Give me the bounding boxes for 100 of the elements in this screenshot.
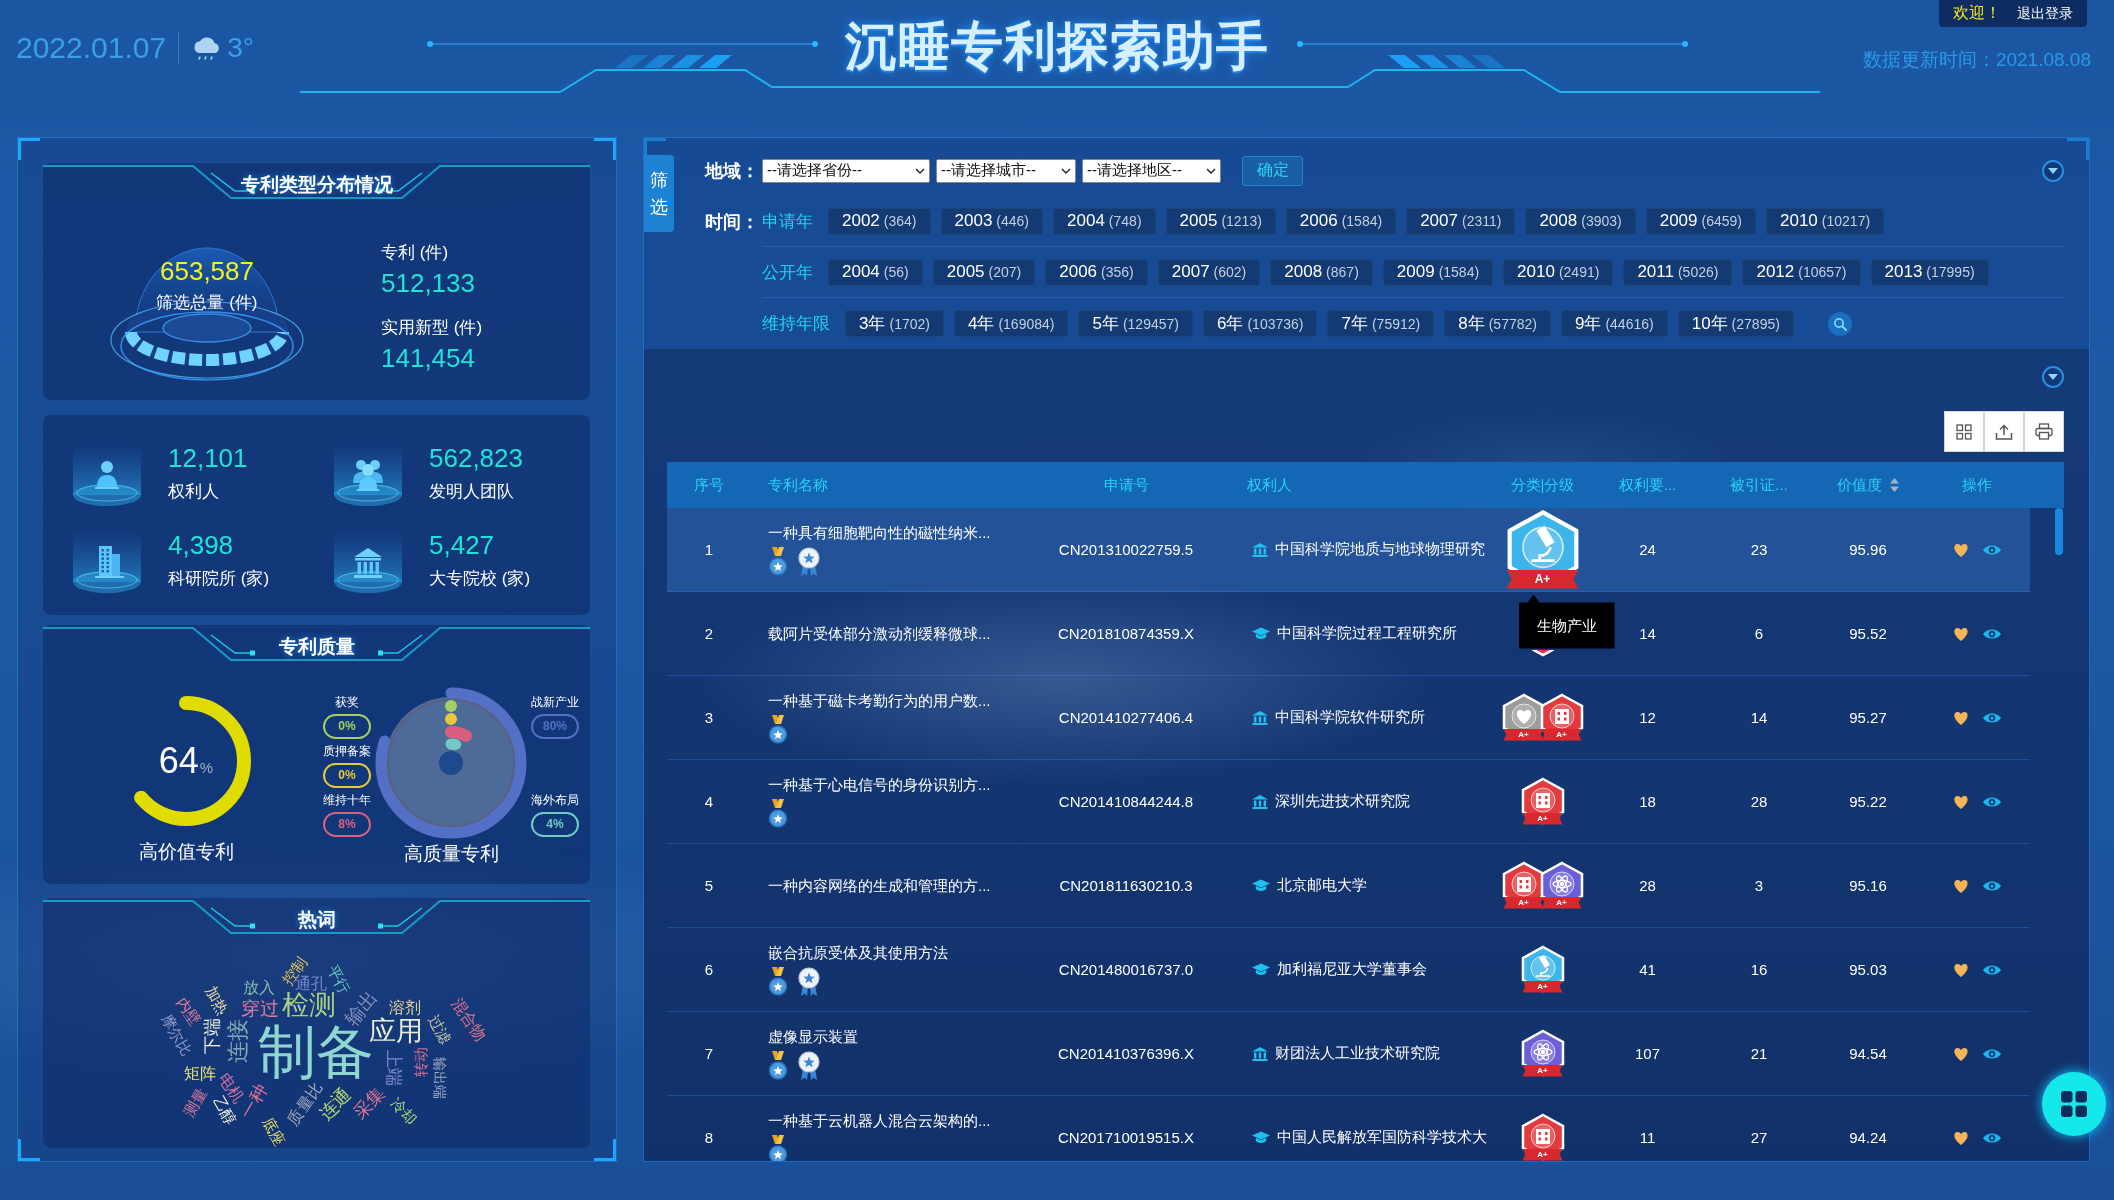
claims-count: 28 [1639,877,1656,894]
table-row[interactable]: 4 一种基于心电信号的身份识别方... CN201410844244.8 深圳先进技术研究院 A+ 18 28 95.22 [667,760,2030,844]
chart-label: 高质量专利 [403,842,499,866]
scrollbar-thumb[interactable] [2055,508,2063,555]
select-field[interactable]: --请选择省份-- [762,158,930,183]
sort-icon[interactable] [1890,478,1899,492]
filter-group-label: 公开年 [762,261,813,284]
table-row[interactable]: 6 嵌合抗原受体及其使用方法 CN201480016737.0 加利福尼亚大学董事会 A+ 41 16 95.03 [667,928,2030,1012]
keyword: 下端 [203,1018,221,1054]
apps-button[interactable] [2042,1072,2106,1136]
confirm-button[interactable]: 确定 [1242,155,1303,186]
logout-link[interactable]: 退出登录 [2017,4,2073,23]
patent-name: 一种基于云机器人混合云架构的... [768,1110,991,1131]
tray-arrow-icon [1995,423,2013,440]
medal-icon [768,966,788,997]
filter-chip[interactable]: 2004 (56) [828,258,923,286]
filter-chip[interactable]: 2007 (2311) [1406,207,1516,235]
filter-chip[interactable]: 3年 (1702) [845,310,944,337]
table-row[interactable]: 8 一种基于云机器人混合云架构的... CN201710019515.X 中国人民解放军国防科学技术大 A+ 11 27 94.24 [667,1096,2030,1161]
column-header: 操作 [1961,475,1992,495]
citation-count: 27 [1750,1129,1768,1146]
column-header: 权利要... [1618,475,1677,495]
metric-label: 获奖 [335,694,359,711]
filter-chip[interactable]: 2011 (5026) [1623,258,1733,286]
filter-chip[interactable]: 2005 (207) [932,258,1036,286]
filter-chip[interactable]: 2009 (6459) [1645,207,1756,235]
total-label: 筛选总量 (件) [156,292,258,314]
medal-icon [768,1050,788,1081]
collapse-button[interactable] [2042,366,2064,388]
filter-chip[interactable]: 2006 (1584) [1285,207,1397,235]
holder-name: 北京邮电大学 [1277,876,1367,895]
welcome-text: 欢迎！ [1953,3,2001,23]
filter-chip[interactable]: 2006 (356) [1045,258,1148,286]
filter-chip[interactable]: 2004 (748) [1053,207,1156,235]
column-header: 申请号 [1103,475,1149,495]
graduation-cap-icon [1252,1131,1270,1144]
chevron-down-icon [1206,167,1216,174]
application-number: CN201410376396.X [1058,1045,1194,1062]
medal-icon [768,546,788,577]
star-rosette-icon [798,966,820,997]
patent-name: 载阿片受体部分激动剂缓释微球... [768,623,991,644]
search-icon [1832,316,1847,331]
layout-button[interactable] [1944,411,1984,452]
application-number: CN201410277406.4 [1058,709,1194,726]
filter-chip[interactable]: 2013 (17995) [1870,258,1989,286]
keyword: 连接 [227,1019,249,1063]
filter-chip[interactable]: 2002 (364) [828,207,931,235]
filter-chip[interactable]: 2008 (867) [1270,258,1373,286]
gauge-unit: % [199,759,214,776]
metric-pill: 0% [323,714,371,739]
filter-chip[interactable]: 2010 (2491) [1503,258,1614,286]
hexagon-tip-icon [1531,649,1554,657]
filter-chip[interactable]: 5年 (129457) [1078,310,1193,337]
table-row[interactable]: 3 一种基于磁卡考勤行为的用户数... CN201410277406.4 中国科学院软件研究所 A+ A+ 12 14 95.27 [667,676,2030,760]
grade-ribbon: A+ [1506,569,1579,589]
stat-value: 12,101 [168,443,248,473]
search-button[interactable] [1827,311,1852,336]
keyword: 放入 [243,980,275,996]
citation-count: 14 [1750,709,1768,726]
filter-chip[interactable]: 2005 (1213) [1165,207,1276,235]
row-number: 7 [704,1045,714,1062]
filter-group-label: 申请年 [762,210,813,233]
filter-chip[interactable]: 7年 (75912) [1327,310,1435,337]
star-rosette-icon [798,546,820,577]
row-number: 8 [704,1129,714,1146]
filter-chip[interactable]: 6年 (103736) [1202,310,1318,337]
stat-value: 5,427 [429,530,495,560]
select-field[interactable]: --请选择城市-- [936,158,1076,183]
table-row[interactable]: 5 一种内容网络的生成和管理的方... CN201811630210.3 北京邮电大学 A+ A+ 28 3 95.16 [667,844,2030,928]
metric-pill: 80% [531,714,579,739]
filter-chip[interactable]: 2007 (602) [1157,258,1261,286]
filter-chip[interactable]: 2012 (10657) [1742,258,1861,286]
print-button[interactable] [2024,411,2064,452]
filter-chip[interactable]: 9年 (44616) [1560,310,1668,337]
stat-label: 权利人 [168,481,219,503]
chevron-down-icon [915,167,925,174]
table-row[interactable]: 7 虚像显示装置 CN201410376396.X 财团法人工业技术研究院 A+ 107 21 94.54 [667,1012,2030,1096]
filter-chip[interactable]: 2010 (10217) [1766,207,1885,235]
export-button[interactable] [1984,411,2024,452]
patent-name: 一种基于磁卡考勤行为的用户数... [768,690,991,711]
filter-tab[interactable]: 筛选 [644,155,674,232]
filter-chip[interactable]: 8年 (57782) [1444,310,1551,337]
select-field[interactable]: --请选择地区-- [1082,158,1221,183]
stat-label: 发明人团队 [429,481,514,503]
filter-chip[interactable]: 10年 (27895) [1677,310,1794,337]
stat-value: 4,398 [168,530,234,560]
application-number: CN201480016737.0 [1058,961,1194,978]
filter-chip[interactable]: 4年 (169084) [953,310,1069,337]
filter-chip[interactable]: 2009 (1584) [1382,258,1494,286]
keyword: 转动 [412,1047,428,1077]
value-score: 95.22 [1849,793,1887,810]
metric-label: 战新产业 [531,694,579,711]
card-title: 专利质量 [278,635,355,659]
patent-name: 虚像显示装置 [768,1026,858,1047]
filter-chip[interactable]: 2008 (3903) [1525,207,1636,235]
update-time-text: 数据更新时间：2021.08.08 [1862,49,2091,71]
filter-chip[interactable]: 2003 (446) [940,207,1044,235]
keyword: 上端 [385,1050,403,1086]
type-count: 141,454 [381,342,475,374]
collapse-button[interactable] [2042,159,2064,182]
